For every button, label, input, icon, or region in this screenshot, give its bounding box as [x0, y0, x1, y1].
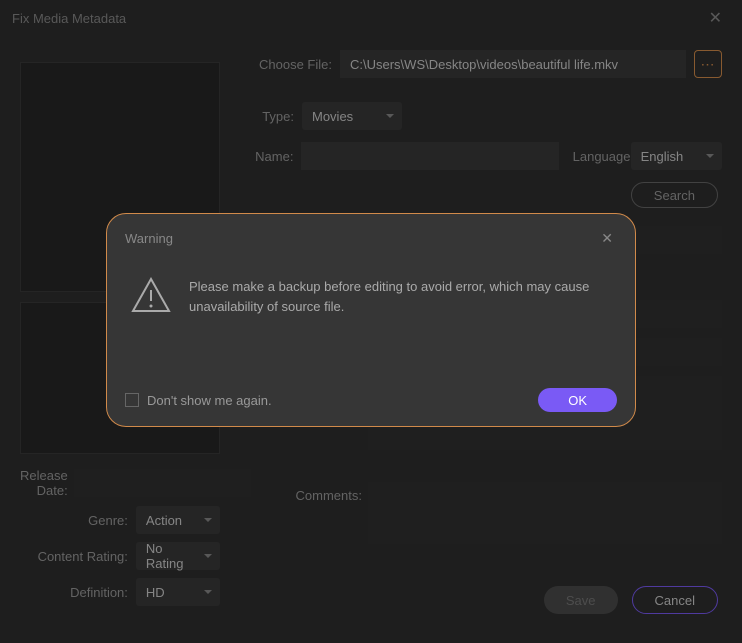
- warning-dialog: Warning ✕ Please make a backup before ed…: [106, 213, 636, 427]
- dialog-message: Please make a backup before editing to a…: [189, 277, 611, 316]
- dialog-title: Warning: [125, 231, 173, 246]
- dialog-header: Warning ✕: [125, 228, 617, 249]
- dialog-close-icon[interactable]: ✕: [597, 228, 617, 249]
- main-window: Fix Media Metadata ✕ Choose File: ⋯ Type…: [0, 0, 742, 643]
- warning-triangle-icon: [131, 277, 171, 313]
- dialog-body: Please make a backup before editing to a…: [125, 277, 617, 316]
- dont-show-again[interactable]: Don't show me again.: [125, 393, 272, 408]
- dont-show-label: Don't show me again.: [147, 393, 272, 408]
- checkbox-icon: [125, 393, 139, 407]
- dialog-footer: Don't show me again. OK: [125, 388, 617, 412]
- ok-button[interactable]: OK: [538, 388, 617, 412]
